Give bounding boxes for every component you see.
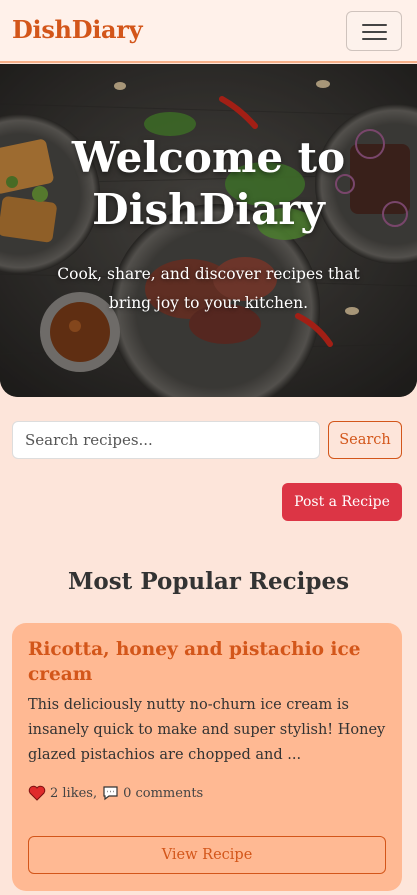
post-recipe-button[interactable]: Post a Recipe [282, 483, 402, 521]
hero-title: Welcome to DishDiary [71, 133, 346, 234]
section-title: Most Popular Recipes [67, 568, 350, 595]
hero-subtitle: Cook, share, and discover recipes that b… [57, 265, 360, 312]
likes-count: 2 likes, [50, 785, 98, 801]
search-button[interactable]: Search [328, 421, 402, 459]
comments-count: 0 comments [123, 785, 204, 801]
recipe-description: This deliciously nutty no-churn ice crea… [28, 697, 386, 763]
view-recipe-button[interactable]: View Recipe [28, 836, 386, 874]
heart-icon [28, 785, 46, 801]
brand-logo[interactable]: DishDiary [12, 15, 143, 44]
hamburger-menu-icon[interactable] [346, 11, 402, 51]
search-input[interactable] [12, 421, 320, 459]
comment-icon [103, 786, 118, 801]
recipe-stats: 2 likes, 0 comments [28, 783, 203, 803]
navbar: DishDiary [0, 0, 417, 63]
hero-banner: Welcome to DishDiary Cook, share, and di… [0, 64, 417, 397]
recipe-title[interactable]: Ricotta, honey and pistachio ice cream [28, 637, 378, 687]
recipe-card: Ricotta, honey and pistachio ice cream T… [12, 623, 402, 891]
